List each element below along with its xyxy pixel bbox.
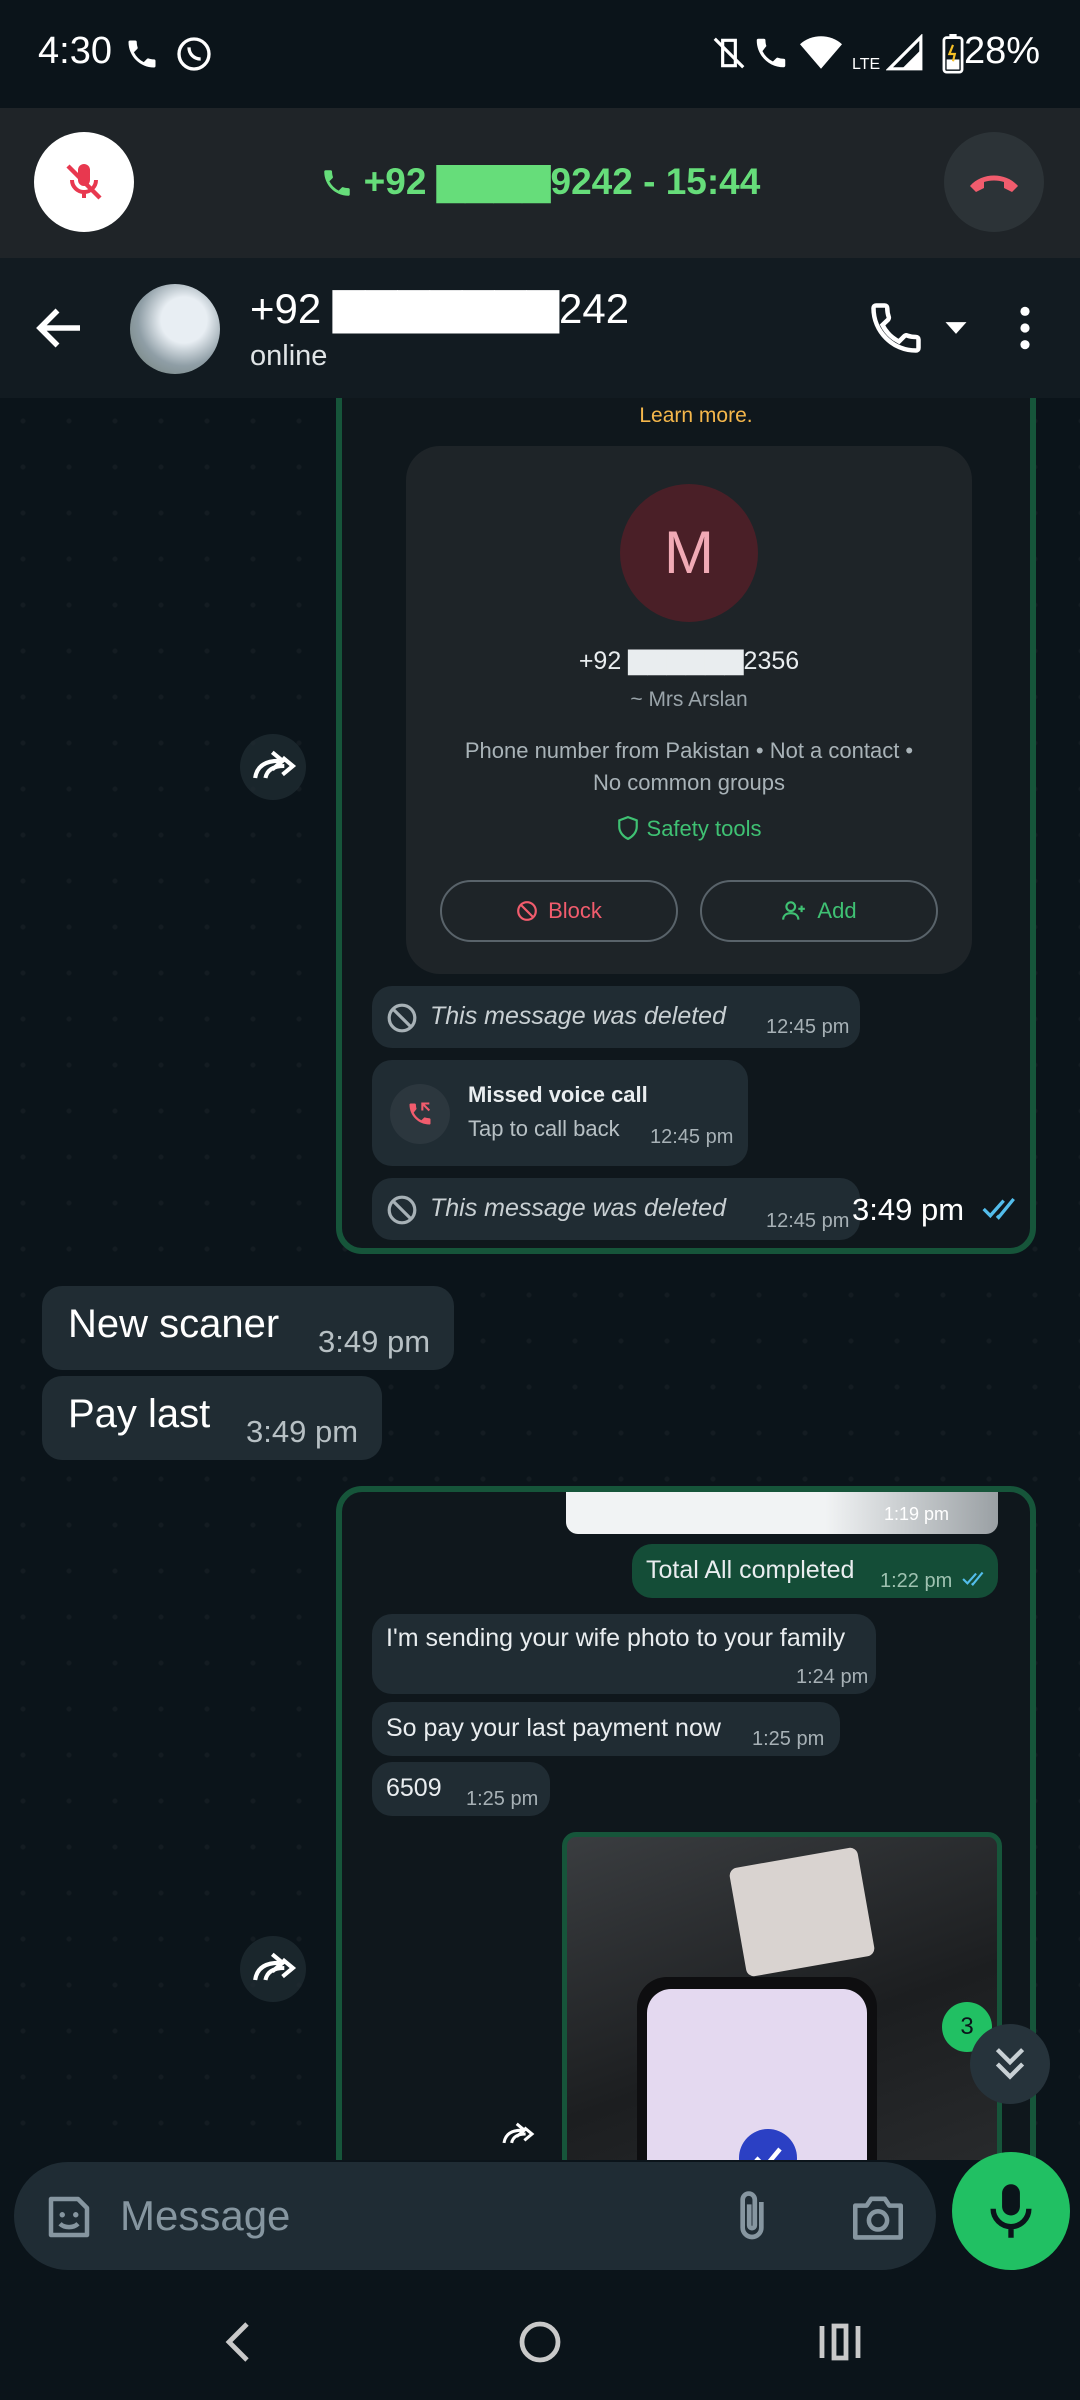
mic-icon xyxy=(990,2184,1032,2238)
forward-button-2[interactable] xyxy=(240,1936,306,2002)
forward-icon[interactable] xyxy=(500,2120,536,2148)
forward-icon xyxy=(253,1952,297,1981)
nav-recents-icon[interactable] xyxy=(818,2320,862,2364)
scroll-to-bottom-button[interactable] xyxy=(970,2024,1050,2104)
card-phone-number: +92 ▇▇▇▇▇▇2356 xyxy=(578,647,800,675)
block-icon xyxy=(517,901,537,921)
message-input-bar[interactable]: Message xyxy=(14,2162,936,2270)
card-info-line-1: Phone number from Pakistan • Not a conta… xyxy=(464,738,914,763)
add-person-icon xyxy=(782,901,806,920)
battery-icon xyxy=(942,34,964,74)
nav-home-icon[interactable] xyxy=(518,2320,562,2364)
message-input[interactable]: Message xyxy=(120,2192,290,2240)
read-receipt-icon xyxy=(962,1571,984,1587)
forward-icon xyxy=(253,750,297,779)
incoming-message[interactable]: So pay your last payment now 1:25 pm xyxy=(372,1702,840,1756)
photo-attachment[interactable] xyxy=(562,1832,1002,2160)
safety-tools-link[interactable]: Safety tools xyxy=(406,815,972,842)
incoming-message[interactable]: Pay last 3:49 pm xyxy=(42,1376,382,1460)
photo-phone xyxy=(637,1977,877,2160)
whatsapp-status-icon xyxy=(177,37,211,71)
photo-paper xyxy=(728,1846,876,1978)
missed-call-icon xyxy=(390,1084,450,1144)
wifi-calling-icon xyxy=(756,38,786,68)
vibrate-off-icon xyxy=(713,37,745,69)
status-time: 4:30 xyxy=(38,30,112,72)
deleted-message-2[interactable]: This message was deleted 12:45 pm xyxy=(372,1178,860,1240)
contact-name[interactable]: +92 ▇▇▇▇▇▇▇242 xyxy=(250,284,629,333)
image-thumbnail-strip: 1:19 pm xyxy=(566,1492,998,1534)
chevron-down-icon[interactable] xyxy=(942,314,970,342)
system-navigation-bar xyxy=(0,2280,1080,2400)
double-chevron-down-icon xyxy=(995,2048,1025,2080)
incoming-message[interactable]: 6509 1:25 pm xyxy=(372,1762,550,1816)
contact-initial-avatar: M xyxy=(620,484,758,622)
camera-icon[interactable] xyxy=(850,2192,906,2242)
nav-back-icon[interactable] xyxy=(222,2320,252,2364)
attach-icon[interactable] xyxy=(730,2188,774,2244)
network-type: LTE xyxy=(852,56,881,73)
missed-voice-call[interactable]: Missed voice call Tap to call back 12:45… xyxy=(372,1060,748,1166)
check-icon xyxy=(739,2129,797,2160)
card-info-line-2: No common groups xyxy=(593,770,785,795)
contact-avatar[interactable] xyxy=(130,284,220,374)
unknown-contact-card: M +92 ▇▇▇▇▇▇2356 ~ Mrs Arslan Phone numb… xyxy=(406,446,972,974)
chat-area[interactable]: Learn more. M +92 ▇▇▇▇▇▇2356 ~ Mrs Arsla… xyxy=(0,398,1080,2160)
voice-message-button[interactable] xyxy=(952,2152,1070,2270)
end-call-button[interactable] xyxy=(944,132,1044,232)
sticker-icon[interactable] xyxy=(42,2190,96,2244)
read-receipt-icon xyxy=(982,1197,1015,1220)
call-number-duration: +92 ▇▇▇▇9242 - 15:44 xyxy=(363,161,761,202)
signal-icon xyxy=(886,34,923,71)
add-contact-button[interactable]: Add xyxy=(700,880,938,942)
hang-up-icon xyxy=(970,175,1018,192)
ongoing-call-banner[interactable]: +92 ▇▇▇▇9242 - 15:44 xyxy=(0,108,1080,258)
outgoing-message[interactable]: Total All completed 1:22 pm xyxy=(632,1544,998,1598)
block-button[interactable]: Block xyxy=(440,880,678,942)
phone-icon xyxy=(323,170,350,196)
call-info[interactable]: +92 ▇▇▇▇9242 - 15:44 xyxy=(0,160,1080,203)
learn-more-link[interactable]: Learn more. xyxy=(416,404,976,440)
voice-call-icon[interactable] xyxy=(866,298,926,358)
forward-button-1[interactable] xyxy=(240,734,306,800)
forwarded-image-2[interactable]: 1:19 pm Total All completed 1:22 pm I'm … xyxy=(336,1486,1036,2160)
deleted-icon xyxy=(387,1003,417,1033)
back-arrow-icon[interactable] xyxy=(30,298,90,358)
wifi-icon xyxy=(800,36,842,69)
contact-status: online xyxy=(250,340,328,372)
battery-percent: 28% xyxy=(963,30,1040,72)
deleted-icon xyxy=(387,1195,417,1225)
shield-icon xyxy=(617,815,638,841)
incoming-message[interactable]: New scaner 3:49 pm xyxy=(42,1286,454,1370)
status-bar: 4:30 LTE 28% xyxy=(0,0,1080,108)
deleted-message-1[interactable]: This message was deleted 12:45 pm xyxy=(372,986,860,1048)
forwarded-image-1[interactable]: Learn more. M +92 ▇▇▇▇▇▇2356 ~ Mrs Arsla… xyxy=(336,398,1036,1254)
phone-call-status-icon xyxy=(128,40,156,68)
card-alias: ~ Mrs Arslan xyxy=(630,688,748,711)
more-options-icon[interactable] xyxy=(1000,298,1050,358)
incoming-message[interactable]: I'm sending your wife photo to your fami… xyxy=(372,1614,876,1694)
chat-header: +92 ▇▇▇▇▇▇▇242 online xyxy=(0,258,1080,398)
forwarded-1-time: 3:49 pm xyxy=(852,1192,965,1227)
